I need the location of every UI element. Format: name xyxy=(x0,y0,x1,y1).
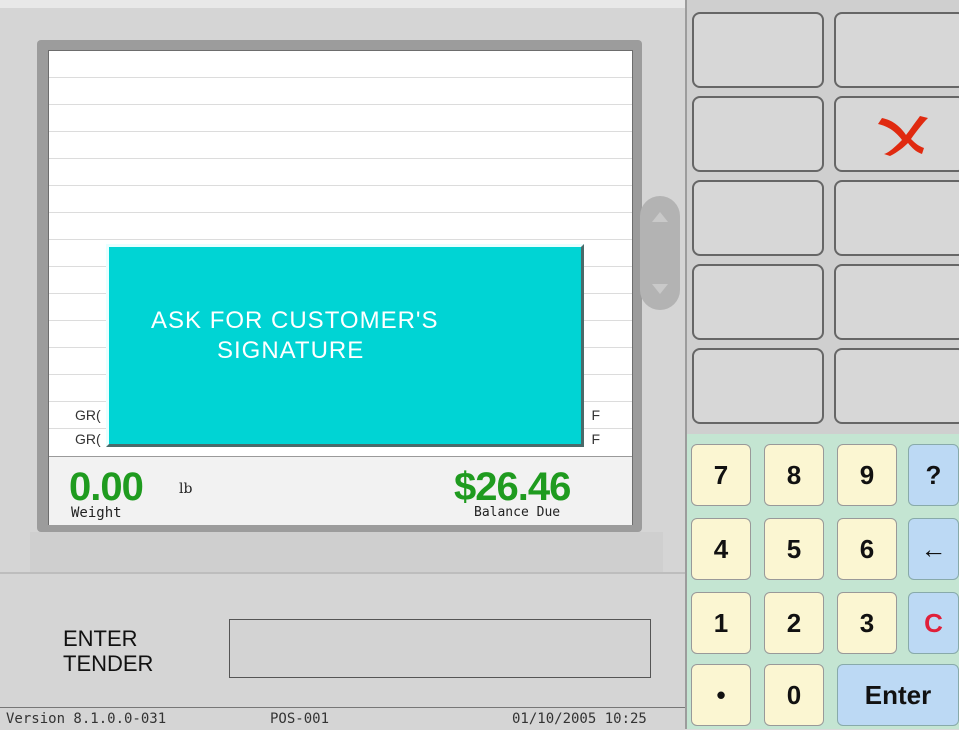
status-bar: Version 8.1.0.0-031 POS-001 01/10/2005 1… xyxy=(0,707,685,730)
key-4[interactable]: 4 xyxy=(691,518,751,580)
separator-line xyxy=(0,572,685,574)
key-1[interactable]: 1 xyxy=(691,592,751,654)
key-2[interactable]: 2 xyxy=(764,592,824,654)
item-flag: F xyxy=(591,407,600,423)
balance-due-label: Balance Due xyxy=(474,505,561,520)
panel-divider xyxy=(685,0,687,729)
scroll-up-icon xyxy=(652,212,668,222)
item-description: GR( xyxy=(75,431,101,447)
balance-due-value: $26.46 xyxy=(454,465,571,509)
date-time: 01/10/2005 10:25 xyxy=(512,711,647,727)
clear-button[interactable]: C xyxy=(908,592,959,654)
separator-band xyxy=(30,532,663,572)
prompt-label-line1: ENTER xyxy=(63,626,138,651)
top-strip xyxy=(0,0,685,8)
prompt-label-line2: TENDER xyxy=(63,651,154,676)
item-flag: F xyxy=(591,431,600,447)
terminal-id: POS-001 xyxy=(270,711,330,727)
enter-button[interactable]: Enter xyxy=(837,664,959,726)
close-icon xyxy=(878,116,928,156)
function-key-8[interactable] xyxy=(834,264,959,340)
function-key-9[interactable] xyxy=(692,348,824,424)
key-7[interactable]: 7 xyxy=(691,444,751,506)
function-key-5[interactable] xyxy=(692,180,824,256)
signature-prompt-dialog[interactable]: ASK FOR CUSTOMER'S SIGNATURE xyxy=(106,244,584,447)
version-text: Version 8.1.0.0-031 xyxy=(6,711,167,727)
function-key-7[interactable] xyxy=(692,264,824,340)
dialog-message-line2: SIGNATURE xyxy=(217,337,365,364)
item-description: GR( xyxy=(75,407,101,423)
key-3[interactable]: 3 xyxy=(837,592,897,654)
key-8[interactable]: 8 xyxy=(764,444,824,506)
cancel-button[interactable] xyxy=(834,96,959,172)
function-key-3[interactable] xyxy=(692,96,824,172)
help-button[interactable]: ? xyxy=(908,444,959,506)
weight-label: Weight xyxy=(71,505,122,521)
backspace-button[interactable]: ← xyxy=(908,518,959,580)
weight-unit: lb xyxy=(179,481,193,497)
dialog-message-line1: ASK FOR CUSTOMER'S xyxy=(151,307,439,334)
function-key-6[interactable] xyxy=(834,180,959,256)
scroll-down-icon xyxy=(652,284,668,294)
function-key-2[interactable] xyxy=(834,12,959,88)
key-9[interactable]: 9 xyxy=(837,444,897,506)
totals-bar: 0.00 lb Weight $26.46 Balance Due xyxy=(49,456,632,525)
receipt-scroll-handle[interactable] xyxy=(640,196,680,310)
function-key-10[interactable] xyxy=(834,348,959,424)
key-5[interactable]: 5 xyxy=(764,518,824,580)
weight-value: 0.00 xyxy=(69,465,144,509)
function-key-1[interactable] xyxy=(692,12,824,88)
key-0[interactable]: 0 xyxy=(764,664,824,726)
key-6[interactable]: 6 xyxy=(837,518,897,580)
key-decimal[interactable]: • xyxy=(691,664,751,726)
tender-input[interactable] xyxy=(229,619,651,678)
